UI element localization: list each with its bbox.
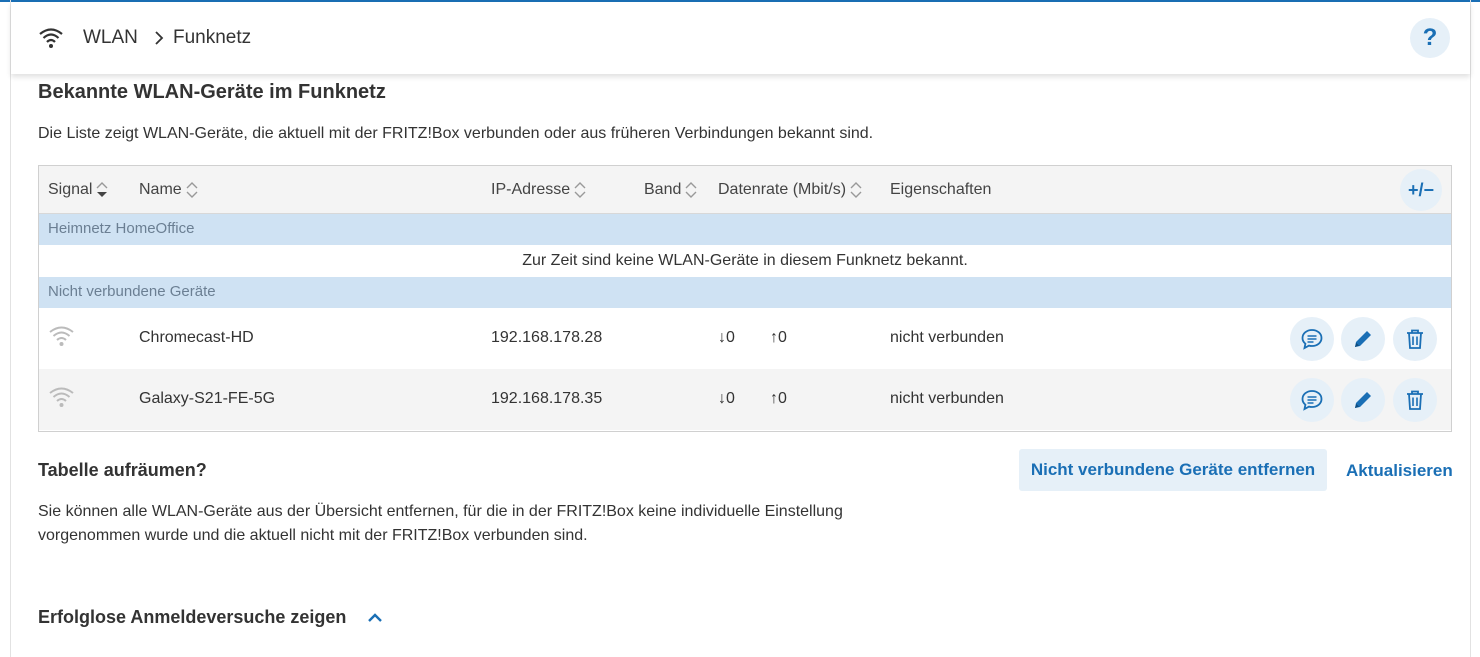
edit-button[interactable] (1341, 317, 1385, 361)
chevron-up-icon[interactable] (366, 609, 384, 627)
breadcrumb-wlan[interactable]: WLAN (83, 27, 138, 49)
group-header-disconnected: Nicht verbundene Geräte (39, 277, 1451, 308)
sort-icon (186, 182, 198, 198)
pencil-icon (1355, 392, 1371, 408)
cleanup-title: Tabelle aufräumen? (38, 460, 207, 480)
delete-button[interactable] (1393, 317, 1437, 361)
refresh-button[interactable]: Aktualisieren (1346, 461, 1453, 481)
device-status: nicht verbunden (890, 329, 1004, 346)
details-button[interactable] (1290, 378, 1334, 422)
column-signal[interactable]: Signal (48, 181, 108, 199)
page-title: Bekannte WLAN-Geräte im Funknetz (38, 81, 386, 103)
toggle-columns-button[interactable]: +/− (1400, 169, 1442, 211)
details-button[interactable] (1290, 317, 1334, 361)
failed-logins-toggle[interactable]: Erfolglose Anmeldeversuche zeigen (38, 607, 346, 628)
device-table: Signal Name IP-Adresse Band Datenrate (M… (38, 165, 1452, 432)
trash-icon (1407, 329, 1423, 349)
column-name[interactable]: Name (139, 181, 198, 199)
edit-button[interactable] (1341, 378, 1385, 422)
rate-up: ↑0 (770, 329, 787, 346)
chat-icon (1301, 329, 1323, 350)
rate-down: ↓0 (718, 329, 735, 346)
table-row: Galaxy-S21-FE-5G 192.168.178.35 ↓0 ↑0 ni… (39, 369, 1451, 430)
device-status: nicht verbunden (890, 390, 1004, 407)
column-properties: Eigenschaften (890, 181, 992, 198)
right-border (1470, 0, 1471, 657)
chat-icon (1301, 390, 1323, 411)
remove-disconnected-button[interactable]: Nicht verbundene Geräte entfernen (1019, 449, 1327, 491)
wifi-icon (39, 28, 63, 48)
trash-icon (1407, 390, 1423, 410)
device-ip: 192.168.178.28 (491, 329, 603, 346)
column-rate[interactable]: Datenrate (Mbit/s) (718, 181, 862, 199)
help-icon[interactable]: ? (1410, 18, 1450, 58)
rate-down: ↓0 (718, 390, 735, 407)
rate-up: ↑0 (770, 390, 787, 407)
delete-button[interactable] (1393, 378, 1437, 422)
device-name: Chromecast-HD (139, 329, 254, 346)
page-description: Die Liste zeigt WLAN-Geräte, die aktuell… (38, 125, 874, 142)
left-border (10, 0, 11, 657)
sort-icon (574, 182, 586, 198)
empty-group-message: Zur Zeit sind keine WLAN-Geräte in diese… (522, 252, 968, 269)
header-bar: WLAN Funknetz ? (11, 2, 1470, 74)
sort-icon (850, 182, 862, 198)
breadcrumb-funknetz: Funknetz (173, 27, 252, 48)
device-name: Galaxy-S21-FE-5G (139, 390, 276, 407)
wifi-signal-icon (49, 387, 74, 407)
sort-icon (685, 182, 697, 198)
wifi-signal-icon (49, 326, 74, 346)
column-band[interactable]: Band (644, 181, 697, 199)
device-ip: 192.168.178.35 (491, 390, 603, 407)
chevron-right-icon (155, 31, 164, 45)
cleanup-description: Sie können alle WLAN-Geräte aus der Über… (38, 503, 843, 544)
table-row: Chromecast-HD 192.168.178.28 ↓0 ↑0 nicht… (39, 308, 1451, 369)
sort-icon (96, 182, 108, 197)
pencil-icon (1355, 331, 1371, 347)
group-header-homeoffice: Heimnetz HomeOffice (39, 214, 1451, 245)
column-ip[interactable]: IP-Adresse (491, 181, 586, 199)
table-header: Signal Name IP-Adresse Band Datenrate (M… (39, 166, 1451, 214)
